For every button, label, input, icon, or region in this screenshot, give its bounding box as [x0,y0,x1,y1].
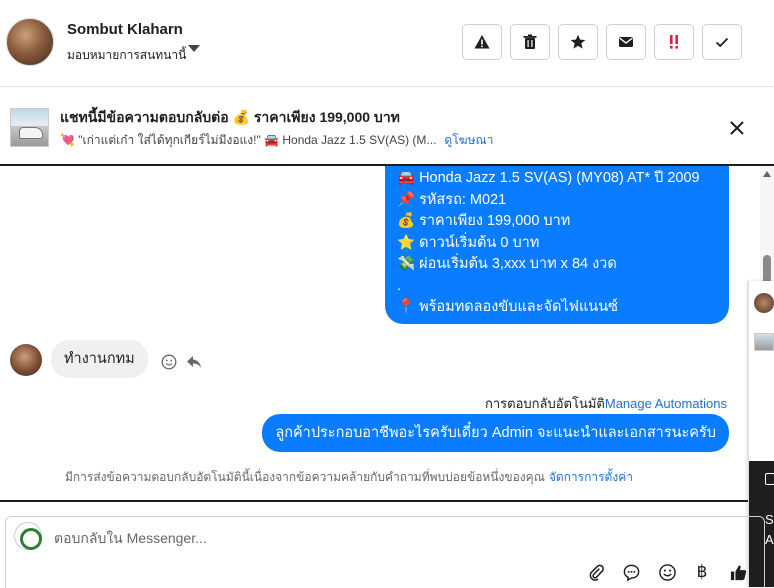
warning-icon [474,35,490,49]
thumbs-up-icon[interactable] [728,562,748,582]
mail-icon [619,37,633,47]
done-button[interactable] [702,24,742,60]
trash-icon [523,34,537,49]
sender-avatar[interactable] [10,344,42,376]
banner-subtitle: 💘 "เก่าแต่เก๋า ใส่ได้ทุกเกียร์ไม่มีงอแง!… [60,131,493,150]
check-icon [715,37,729,48]
star-button[interactable] [558,24,598,60]
react-emoji-icon[interactable] [161,354,177,370]
card-line: ⭐ ดาวน์เริ่มต้น 0 บาท [397,234,540,251]
contact-name[interactable]: Sombut Klaharn [67,21,183,38]
attach-icon[interactable] [586,562,606,582]
outgoing-auto-reply[interactable]: ลูกค้าประกอบอาชีพอะไรครับเดี๋ยว Admin จะ… [262,414,729,452]
card-line: 💰 ราคาเพียง 199,000 บาท [397,213,571,229]
mark-unread-button[interactable] [606,24,646,60]
delete-button[interactable] [510,24,550,60]
banner-title: แชทนี้มีข้อความตอบกลับต่อ 💰 ราคาเพียง 19… [60,109,400,125]
contact-avatar[interactable] [6,18,54,66]
document-icon [765,473,774,485]
card-line: 📍 พร้อมทดลองขับและจัดไฟแนนซ์ [397,299,618,315]
star-icon [570,34,586,49]
chevron-down-icon[interactable] [188,45,200,52]
page-avatar [14,522,42,550]
priority-icon [670,35,678,49]
reply-input-box[interactable] [5,516,765,588]
manage-settings-link[interactable]: จัดการการตั้งค่า [549,470,633,484]
automation-label-text: การตอบกลับอัตโนมัติ [484,396,605,411]
automation-notice-text: มีการส่งข้อความตอบกลับอัตโนมัตินี้เนื่อง… [65,470,545,484]
baht-icon[interactable]: ฿ [692,562,712,582]
priority-button[interactable] [654,24,694,60]
close-icon[interactable] [728,119,746,137]
reply-icon[interactable] [186,355,202,369]
card-line: . [397,277,402,294]
reply-input[interactable]: ตอบกลับใน Messenger... [54,528,207,550]
view-ad-link[interactable]: ดูโฆษณา [444,133,493,147]
card-line: 💸 ผ่อนเริ่มต้น 3,xxx บาท x 84 งวด [397,256,617,272]
banner-subtitle-text: 💘 "เก่าแต่เก๋า ใส่ได้ทุกเกียร์ไม่มีงอแง!… [60,133,437,147]
side-ad-thumbnail[interactable] [754,333,774,351]
automation-label: การตอบกลับอัตโนมัติManage Automations [485,393,727,414]
ad-thumbnail[interactable] [10,108,49,147]
card-line: 📌 รหัสรถ: M021 [397,191,507,208]
side-toast-line2: A [765,532,774,547]
automation-notice: มีการส่งข้อความตอบกลับอัตโนมัตินี้เนื่อง… [65,468,633,487]
emoji-icon[interactable] [657,562,677,582]
saved-reply-icon[interactable] [621,562,641,582]
incoming-message[interactable]: ทำงานกทม [51,340,148,378]
report-button[interactable] [462,24,502,60]
manage-automations-link[interactable]: Manage Automations [605,396,727,411]
outgoing-card-message[interactable]: 🚘 Honda Jazz 1.5 SV(AS) (MY08) AT* ปี 20… [385,166,729,324]
ad-reply-banner: แชทนี้มีข้อความตอบกลับต่อ 💰 ราคาเพียง 19… [0,88,774,166]
assign-conversation-label[interactable]: มอบหมายการสนทนานี้ [67,46,186,65]
message-thread: 🚘 Honda Jazz 1.5 SV(AS) (MY08) AT* ปี 20… [0,166,760,498]
card-line: 🚘 Honda Jazz 1.5 SV(AS) (MY08) AT* ปี 20… [397,170,700,186]
side-toast-line1: S [765,512,774,527]
side-avatar[interactable] [754,293,774,313]
scroll-up-arrow-icon[interactable] [763,171,771,177]
conversation-header: Sombut Klaharn มอบหมายการสนทนานี้ [0,0,774,87]
